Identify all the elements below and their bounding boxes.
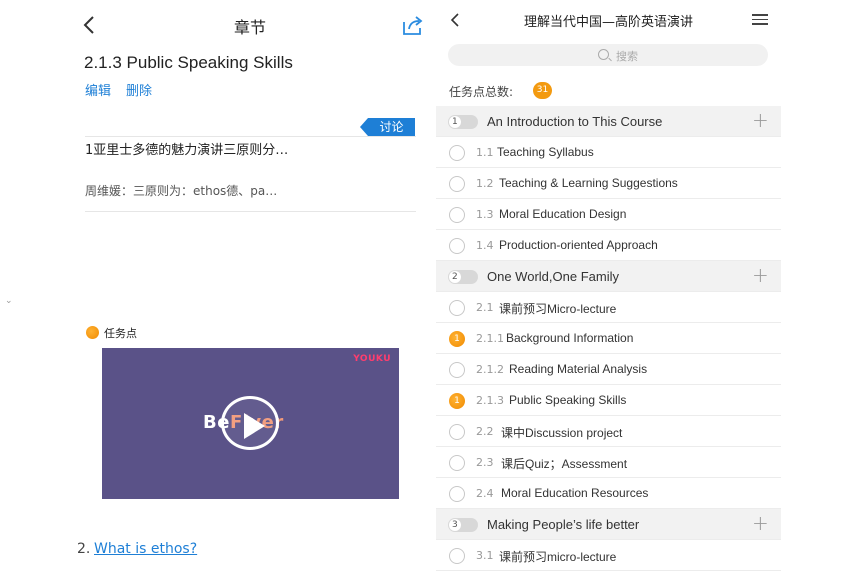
lesson-row[interactable]: 1.2 Teaching & Learning Suggestions bbox=[436, 168, 781, 199]
lesson-row[interactable]: 2.1.2 Reading Material Analysis bbox=[436, 354, 781, 385]
edit-link[interactable]: 编辑 bbox=[85, 80, 111, 99]
play-icon bbox=[244, 413, 265, 439]
lesson-row[interactable]: 1.1 Teaching Syllabus bbox=[436, 137, 781, 168]
lesson-number: 2.1 bbox=[476, 301, 494, 314]
lesson-title: Moral Education Design bbox=[499, 207, 627, 221]
video-player[interactable]: YOUKU BeFiver bbox=[102, 348, 399, 499]
lesson-number: 2.1.3 bbox=[476, 394, 504, 407]
task-point-icon bbox=[86, 326, 99, 339]
lesson-row[interactable]: 2.1 课前预习Micro-lecture bbox=[436, 292, 781, 323]
status-circle-icon bbox=[449, 548, 465, 564]
discussion-title[interactable]: 1亚里士多德的魅力演讲三原则分… bbox=[85, 139, 288, 158]
status-circle-icon bbox=[449, 145, 465, 161]
status-circle-icon bbox=[449, 362, 465, 378]
lesson-title: Teaching Syllabus bbox=[497, 145, 594, 159]
lesson-title: 课中Discussion project bbox=[501, 426, 623, 440]
task-point-label: 任务点 bbox=[104, 327, 137, 340]
course-outline-panel: 理解当代中国—高阶英语演讲 搜索 任务点总数: 31 1 An Introduct… bbox=[436, 0, 781, 587]
chapter-number: 3 bbox=[452, 520, 458, 530]
menu-icon[interactable] bbox=[752, 14, 768, 26]
question-number: 2. bbox=[77, 541, 91, 557]
divider bbox=[85, 211, 416, 212]
outline-list: 1 An Introduction to This Course +1.1 Teach… bbox=[436, 106, 781, 571]
lesson-row[interactable]: 1 2.1.1 Background Information bbox=[436, 323, 781, 354]
lesson-number: 2.1.1 bbox=[476, 332, 504, 345]
left-header: 章节 bbox=[0, 0, 432, 48]
status-circle-icon bbox=[449, 238, 465, 254]
page-title: 章节 bbox=[233, 18, 266, 37]
lesson-number: 2.3 bbox=[476, 456, 494, 469]
chapter-title: An Introduction to This Course bbox=[487, 114, 663, 129]
discussion-reply[interactable]: 周维媛：三原则为：ethos德、pa… bbox=[85, 182, 277, 199]
lesson-title: Background Information bbox=[506, 331, 634, 345]
section-title: 2.1.3 Public Speaking Skills bbox=[84, 53, 293, 72]
course-title: 理解当代中国—高阶英语演讲 bbox=[523, 15, 693, 30]
lesson-row[interactable]: 3.1 课前预习micro-lecture bbox=[436, 540, 781, 571]
lesson-title: Moral Education Resources bbox=[501, 486, 649, 500]
chapter-toggle[interactable]: 2 bbox=[448, 270, 478, 284]
expand-plus-icon[interactable]: + bbox=[752, 513, 769, 533]
lesson-title: Teaching & Learning Suggestions bbox=[499, 176, 678, 190]
youku-watermark: YOUKU bbox=[353, 354, 391, 364]
chapter-number: 1 bbox=[452, 117, 458, 127]
lesson-title: 课后Quiz；Assessment bbox=[501, 457, 628, 471]
lesson-row[interactable]: 1.4 Production-oriented Approach bbox=[436, 230, 781, 261]
status-circle-icon bbox=[449, 176, 465, 192]
task-count-badge: 31 bbox=[533, 82, 552, 99]
lesson-number: 2.2 bbox=[476, 425, 494, 438]
status-circle-icon bbox=[449, 455, 465, 471]
lesson-row[interactable]: 1.3 Moral Education Design bbox=[436, 199, 781, 230]
caret-down-icon: ⌄ bbox=[5, 296, 13, 306]
lesson-title: Public Speaking Skills bbox=[509, 393, 627, 407]
search-icon bbox=[598, 49, 609, 60]
lesson-row[interactable]: 2.2 课中Discussion project bbox=[436, 416, 781, 447]
chapter-title: Making People’s life better bbox=[487, 517, 640, 532]
lesson-number: 3.1 bbox=[476, 549, 494, 562]
lesson-row[interactable]: 1 2.1.3 Public Speaking Skills bbox=[436, 385, 781, 416]
lesson-number: 1.1 bbox=[476, 146, 494, 159]
lesson-title: 课前预习micro-lecture bbox=[499, 550, 617, 564]
lesson-row[interactable]: 2.3 课后Quiz；Assessment bbox=[436, 447, 781, 478]
lesson-number: 1.2 bbox=[476, 177, 494, 190]
search-bar[interactable]: 搜索 bbox=[448, 44, 768, 66]
lesson-title: Reading Material Analysis bbox=[509, 362, 648, 376]
lesson-number: 2.1.2 bbox=[476, 363, 504, 376]
question-link[interactable]: What is ethos? bbox=[94, 541, 197, 557]
status-circle-icon bbox=[449, 300, 465, 316]
right-header: 理解当代中国—高阶英语演讲 bbox=[436, 0, 781, 40]
expand-plus-icon[interactable]: + bbox=[752, 110, 769, 130]
chapter-detail-panel: 章节 2.1.3 Public Speaking Skills 编辑 删除 讨论… bbox=[0, 0, 432, 587]
lesson-number: 2.4 bbox=[476, 487, 494, 500]
search-placeholder: 搜索 bbox=[616, 50, 638, 63]
chapter-row[interactable]: 2 One World,One Family + bbox=[436, 261, 781, 292]
chapter-toggle[interactable]: 1 bbox=[448, 115, 478, 129]
delete-link[interactable]: 删除 bbox=[126, 80, 152, 99]
discussion-tag: 讨论 bbox=[360, 118, 415, 136]
status-circle-icon bbox=[449, 486, 465, 502]
task-point-badge: 1 bbox=[449, 393, 465, 409]
chapter-row[interactable]: 3 Making People’s life better + bbox=[436, 509, 781, 540]
chapter-title: One World,One Family bbox=[487, 269, 619, 284]
lesson-title: Production-oriented Approach bbox=[499, 238, 658, 252]
task-point-badge: 1 bbox=[449, 331, 465, 347]
status-circle-icon bbox=[449, 424, 465, 440]
divider bbox=[85, 136, 416, 137]
chapter-toggle[interactable]: 3 bbox=[448, 518, 478, 532]
lesson-number: 1.3 bbox=[476, 208, 494, 221]
lesson-row[interactable]: 2.4 Moral Education Resources bbox=[436, 478, 781, 509]
expand-plus-icon[interactable]: + bbox=[752, 265, 769, 285]
chapter-row[interactable]: 1 An Introduction to This Course + bbox=[436, 106, 781, 137]
play-button[interactable] bbox=[221, 396, 279, 450]
chapter-number: 2 bbox=[452, 272, 458, 282]
share-icon[interactable] bbox=[402, 14, 424, 36]
task-count-label: 任务点总数: bbox=[449, 85, 514, 99]
status-circle-icon bbox=[449, 207, 465, 223]
lesson-number: 1.4 bbox=[476, 239, 494, 252]
lesson-title: 课前预习Micro-lecture bbox=[499, 302, 617, 316]
